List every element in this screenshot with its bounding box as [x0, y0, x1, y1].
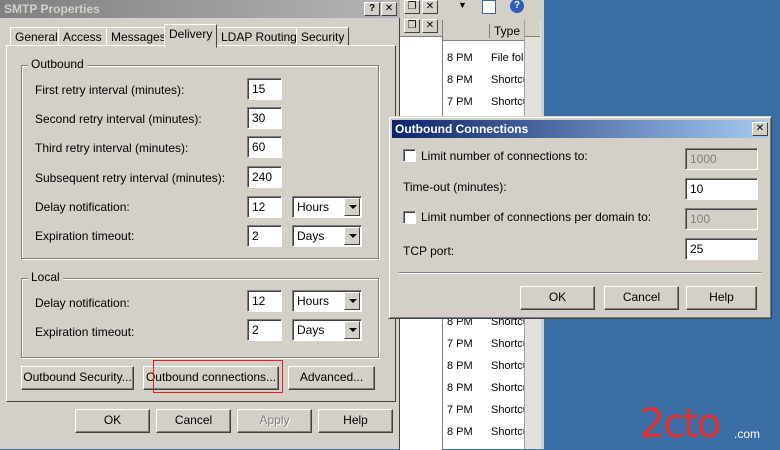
local-expiration-unit-select[interactable]: Days	[292, 319, 362, 341]
list-item-time: 8 PM	[447, 360, 473, 372]
list-item-time: 7 PM	[447, 96, 473, 108]
list-item-time: 7 PM	[447, 404, 473, 416]
tab-ldap-routing[interactable]: LDAP Routing	[216, 27, 302, 46]
subsequent-retry-input[interactable]: 240	[247, 166, 282, 188]
ok-button[interactable]: OK	[520, 286, 595, 310]
close-icon[interactable]: ✕	[381, 2, 397, 16]
close-icon[interactable]: ✕	[422, 0, 438, 14]
local-delay-label: Delay notification:	[35, 296, 130, 310]
local-delay-unit-select[interactable]: Hours	[292, 290, 362, 312]
restore-icon[interactable]: ❐	[404, 0, 420, 14]
smtp-properties-dialog: SMTP Properties ? ✕ General Access Messa…	[0, 0, 400, 449]
help-icon[interactable]: ?	[364, 2, 380, 16]
first-retry-label: First retry interval (minutes):	[35, 83, 185, 97]
list-item-time: 8 PM	[447, 52, 473, 64]
column-header-type[interactable]: Type	[489, 24, 520, 38]
first-retry-input[interactable]: 15	[247, 78, 282, 100]
list-item-time: 8 PM	[447, 382, 473, 394]
limit-connections-label: Limit number of connections to:	[421, 149, 588, 163]
limit-per-domain-label: Limit number of connections per domain t…	[421, 210, 652, 224]
tcp-port-label: TCP port:	[403, 244, 455, 258]
limit-connections-checkbox[interactable]	[403, 149, 416, 162]
limit-connections-input[interactable]: 1000	[685, 148, 758, 170]
chevron-down-icon[interactable]	[344, 198, 360, 216]
highlight-box	[153, 360, 283, 393]
outbound-expiration-input[interactable]: 2	[247, 225, 282, 247]
third-retry-label: Third retry interval (minutes):	[35, 141, 189, 155]
chevron-down-icon[interactable]	[344, 292, 360, 310]
local-delay-unit-value: Hours	[297, 294, 330, 308]
cancel-button[interactable]: Cancel	[156, 409, 231, 433]
outbound-delay-unit-value: Hours	[297, 200, 330, 214]
title-bar: SMTP Properties ? ✕	[0, 0, 400, 18]
outbound-expiration-label: Expiration timeout:	[35, 229, 135, 243]
ok-button[interactable]: OK	[75, 409, 150, 433]
outbound-security-button[interactable]: Outbound Security...	[21, 366, 134, 390]
tab-general[interactable]: General	[10, 27, 63, 46]
title-bar: Outbound Connections ✕	[392, 120, 768, 138]
outbound-group-label: Outbound	[28, 57, 87, 71]
dialog-title: Outbound Connections	[395, 122, 529, 136]
scroll-up-icon[interactable]	[525, 20, 540, 37]
tab-security[interactable]: Security	[296, 27, 350, 46]
inner-restore-icon[interactable]: ❐	[404, 19, 420, 33]
explorer-toolbar: ❐ ✕ ▼ ?	[398, 0, 544, 16]
outbound-delay-input[interactable]: 12	[247, 196, 282, 218]
close-icon[interactable]: ✕	[752, 122, 768, 136]
inner-close-icon[interactable]: ✕	[422, 19, 438, 33]
outbound-expiration-unit-value: Days	[297, 229, 325, 243]
local-expiration-unit-value: Days	[297, 323, 325, 337]
local-delay-input[interactable]: 12	[247, 290, 282, 312]
outbound-connections-dialog: Outbound Connections ✕ Limit number of c…	[388, 116, 772, 319]
list-item-time: 7 PM	[447, 338, 473, 350]
outbound-delay-unit-select[interactable]: Hours	[292, 196, 362, 218]
inner-toolbar: ❐ ✕	[402, 16, 440, 36]
tab-access[interactable]: Access	[58, 27, 107, 46]
tab-messages[interactable]: Messages	[106, 27, 171, 46]
help-button[interactable]: Help	[686, 286, 757, 310]
list-item-time: 8 PM	[447, 426, 473, 438]
dropdown-arrow-icon[interactable]: ▼	[458, 0, 467, 10]
second-retry-input[interactable]: 30	[247, 107, 282, 129]
apply-button[interactable]: Apply	[237, 409, 312, 433]
local-group-label: Local	[28, 270, 63, 284]
timeout-input[interactable]: 10	[685, 178, 758, 200]
advanced-button[interactable]: Advanced...	[288, 366, 375, 390]
separator	[399, 272, 761, 274]
watermark-suffix: .com	[734, 427, 761, 441]
limit-per-domain-checkbox[interactable]	[403, 211, 416, 224]
dialog-title: SMTP Properties	[4, 2, 100, 16]
chevron-down-icon[interactable]	[344, 321, 360, 339]
local-expiration-input[interactable]: 2	[247, 319, 282, 341]
help-button[interactable]: Help	[318, 409, 393, 433]
outbound-expiration-unit-select[interactable]: Days	[292, 225, 362, 247]
tab-delivery[interactable]: Delivery	[164, 24, 218, 48]
watermark-text: 2cto	[640, 401, 722, 447]
help-icon[interactable]: ?	[510, 0, 524, 13]
limit-per-domain-input[interactable]: 100	[685, 208, 758, 230]
site-watermark-logo: 2cto .com	[640, 401, 780, 449]
chevron-down-icon[interactable]	[344, 227, 360, 245]
cancel-button[interactable]: Cancel	[604, 286, 679, 310]
view-icon[interactable]	[482, 0, 496, 14]
local-expiration-label: Expiration timeout:	[35, 325, 135, 339]
list-item-time: 8 PM	[447, 74, 473, 86]
timeout-label: Time-out (minutes):	[403, 180, 507, 194]
tcp-port-input[interactable]: 25	[685, 238, 758, 260]
second-retry-label: Second retry interval (minutes):	[35, 112, 202, 126]
third-retry-input[interactable]: 60	[247, 136, 282, 158]
outbound-delay-label: Delay notification:	[35, 200, 130, 214]
subsequent-retry-label: Subsequent retry interval (minutes):	[35, 171, 226, 185]
